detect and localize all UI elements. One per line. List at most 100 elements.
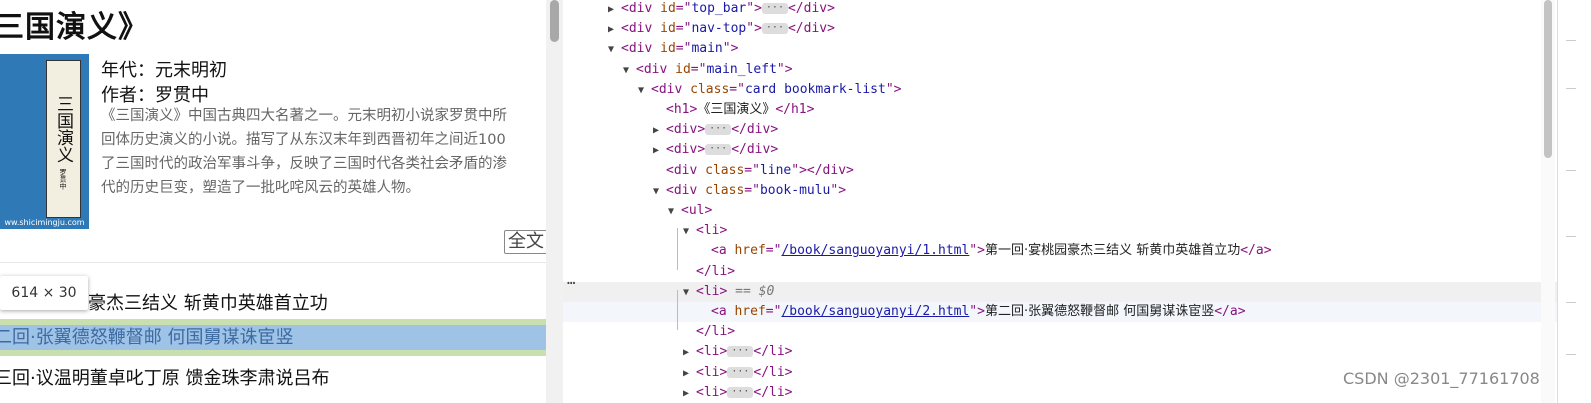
dom-tree-row[interactable]: ▼ <ul> xyxy=(563,201,1563,221)
ellipsis-icon[interactable]: ··· xyxy=(727,366,754,378)
expand-triangle-icon[interactable]: ▶ xyxy=(653,121,666,141)
tag-name: <li xyxy=(696,364,720,380)
tag-name: <li xyxy=(696,283,720,299)
edge-tick xyxy=(1566,354,1576,355)
attr-value: book-mulu xyxy=(759,182,831,198)
tag-end: > xyxy=(754,21,762,37)
tag-name: <li xyxy=(696,223,720,239)
dom-tree-row[interactable]: ▼ <div id="main_left"> xyxy=(563,60,1563,80)
ellipsis-icon[interactable]: ··· xyxy=(761,23,788,35)
cover-label-author: 罗贯中 xyxy=(59,168,67,190)
attr-quote: " xyxy=(746,1,755,16)
collapse-triangle-icon[interactable]: ▼ xyxy=(653,182,666,202)
devtools-scrollbar-thumb[interactable] xyxy=(1544,0,1552,158)
dom-tree-row[interactable]: </li> xyxy=(563,262,1563,282)
attr-name: class xyxy=(697,162,745,178)
chapter-link-2[interactable]: 二回·张翼德怒鞭督邮 何国舅谋诛宦竖 xyxy=(0,325,293,350)
dom-tree-row[interactable]: </li> xyxy=(563,322,1563,342)
tag-end: > xyxy=(697,122,706,138)
dom-tree-row[interactable]: ▶ <li> ··· </li> xyxy=(563,342,1563,362)
tree-guide-line xyxy=(677,290,678,330)
tag-name: <div xyxy=(621,41,653,57)
attr-eq: =" xyxy=(675,41,692,57)
href-link[interactable]: /book/sanguoyanyi/1.html xyxy=(781,243,969,258)
attr-value: line xyxy=(759,162,792,178)
closing-tag: </h1> xyxy=(775,102,815,117)
ellipsis-icon[interactable]: ··· xyxy=(727,346,754,358)
dom-tree-row[interactable]: ▼ <li> xyxy=(563,221,1563,241)
ellipsis-icon[interactable]: ··· xyxy=(705,144,732,156)
tag-name: <a xyxy=(711,243,727,259)
highlight-margin-bottom xyxy=(0,350,563,356)
tag-name: <div xyxy=(666,122,698,138)
tag-end: > xyxy=(784,61,793,77)
attr-name: id xyxy=(652,21,676,37)
dom-tree-row[interactable]: <a href="/book/sanguoyanyi/2.html">第二回·张… xyxy=(563,302,1563,322)
tag-name: <div xyxy=(651,81,683,97)
tag-name: <div xyxy=(666,142,698,158)
dom-tree-row[interactable]: <div class="line"></div> xyxy=(563,161,1563,181)
devtools-elements-panel: ▶ <div id="top_bar"> ··· </div> ▶ <div id="na… xyxy=(563,0,1563,403)
attr-eq: =" xyxy=(690,61,707,77)
collapse-triangle-icon[interactable]: ▼ xyxy=(683,222,696,242)
expand-triangle-icon[interactable]: ▶ xyxy=(683,364,696,384)
expand-triangle-icon[interactable]: ▶ xyxy=(608,0,621,20)
tag-end: > xyxy=(799,162,807,178)
chapter-link-3[interactable]: 三回·议温明董卓叱丁原 馈金珠李肃说吕布 xyxy=(0,364,329,390)
ellipsis-icon[interactable]: ··· xyxy=(761,3,788,14)
collapse-triangle-icon[interactable]: ▼ xyxy=(638,81,651,101)
tag-end: > xyxy=(893,81,902,97)
tag-end: > xyxy=(730,41,739,57)
dom-tree-row[interactable]: <a href="/book/sanguoyanyi/1.html">第一回·宴… xyxy=(563,241,1563,261)
expand-triangle-icon[interactable]: ▶ xyxy=(683,343,696,363)
chapter-link-1[interactable]: 豪杰三结义 斩黄巾英雄首立功 xyxy=(88,289,328,315)
attr-value: card bookmark-list xyxy=(744,81,886,97)
attr-name: id xyxy=(667,61,691,77)
edge-tick xyxy=(1566,88,1576,89)
attr-quote: " xyxy=(791,162,800,178)
closing-tag: </div> xyxy=(731,142,779,158)
tag-end: > xyxy=(719,344,728,360)
dom-tree-row[interactable]: ▶ <div> ··· </div> xyxy=(563,120,1563,140)
dom-tree-row[interactable]: ▼ <li> == $0 xyxy=(563,281,1563,303)
dom-tree-row[interactable]: <h1>《三国演义》</h1> xyxy=(563,100,1563,120)
dom-tree-row[interactable]: ▼ <div class="card bookmark-list"> xyxy=(563,80,1563,100)
book-era: 年代：元末明初 xyxy=(101,60,227,81)
collapse-triangle-icon[interactable]: ▼ xyxy=(608,40,621,60)
book-cover-image[interactable]: 三国演义 罗贯中 ww.shicimingju.com xyxy=(0,54,89,229)
closing-tag: </li> xyxy=(753,344,793,360)
page-scrollbar-thumb[interactable] xyxy=(550,0,559,42)
attr-value: nav-top xyxy=(691,21,747,37)
page-scrollbar-track[interactable] xyxy=(546,0,563,403)
closing-tag: </div> xyxy=(787,1,835,16)
dom-tree-row[interactable]: ▼ <div id="main"> xyxy=(563,39,1563,59)
tag-name: <li xyxy=(696,384,720,400)
href-link[interactable]: /book/sanguoyanyi/2.html xyxy=(781,304,969,319)
edge-tick xyxy=(1566,236,1576,237)
expand-triangle-icon[interactable]: ▶ xyxy=(653,141,666,161)
node-text: 《三国演义》 xyxy=(697,102,776,117)
web-page-viewport: 三国演义》 三国演义 罗贯中 ww.shicimingju.com 年代：元末明… xyxy=(0,0,563,403)
collapse-triangle-icon[interactable]: ▼ xyxy=(623,61,636,81)
expand-triangle-icon[interactable]: ▶ xyxy=(683,384,696,403)
dom-tree-row[interactable]: ▶ <div id="top_bar"> ··· </div> xyxy=(563,0,1563,19)
dom-tree-row[interactable]: ▼ <div class="book-mulu"> xyxy=(563,181,1563,201)
ellipsis-icon[interactable]: ··· xyxy=(727,386,754,398)
attr-eq: =" xyxy=(744,162,760,178)
edge-tick xyxy=(1566,170,1576,171)
closing-tag: </li> xyxy=(696,324,736,340)
collapse-triangle-icon[interactable]: ▼ xyxy=(683,283,696,303)
dom-tree-row[interactable]: ▶ <div id="nav-top"> ··· </div> xyxy=(563,19,1563,39)
closing-tag: </div> xyxy=(787,21,835,37)
attr-eq: =" xyxy=(765,304,782,319)
collapse-triangle-icon[interactable]: ▼ xyxy=(668,202,681,222)
cover-label-title: 三国演义 xyxy=(53,94,73,163)
closing-tag: </li> xyxy=(696,263,736,279)
ellipsis-icon[interactable]: ··· xyxy=(705,124,732,136)
closing-tag: </a> xyxy=(1240,243,1272,259)
expand-triangle-icon[interactable]: ▶ xyxy=(608,20,621,40)
tag-name: <h1 xyxy=(666,102,690,117)
styles-pane-edge xyxy=(1557,0,1591,403)
dom-tree-row[interactable]: ▶ <div> ··· </div> xyxy=(563,140,1563,160)
row-more-actions-icon[interactable]: … xyxy=(567,272,575,288)
